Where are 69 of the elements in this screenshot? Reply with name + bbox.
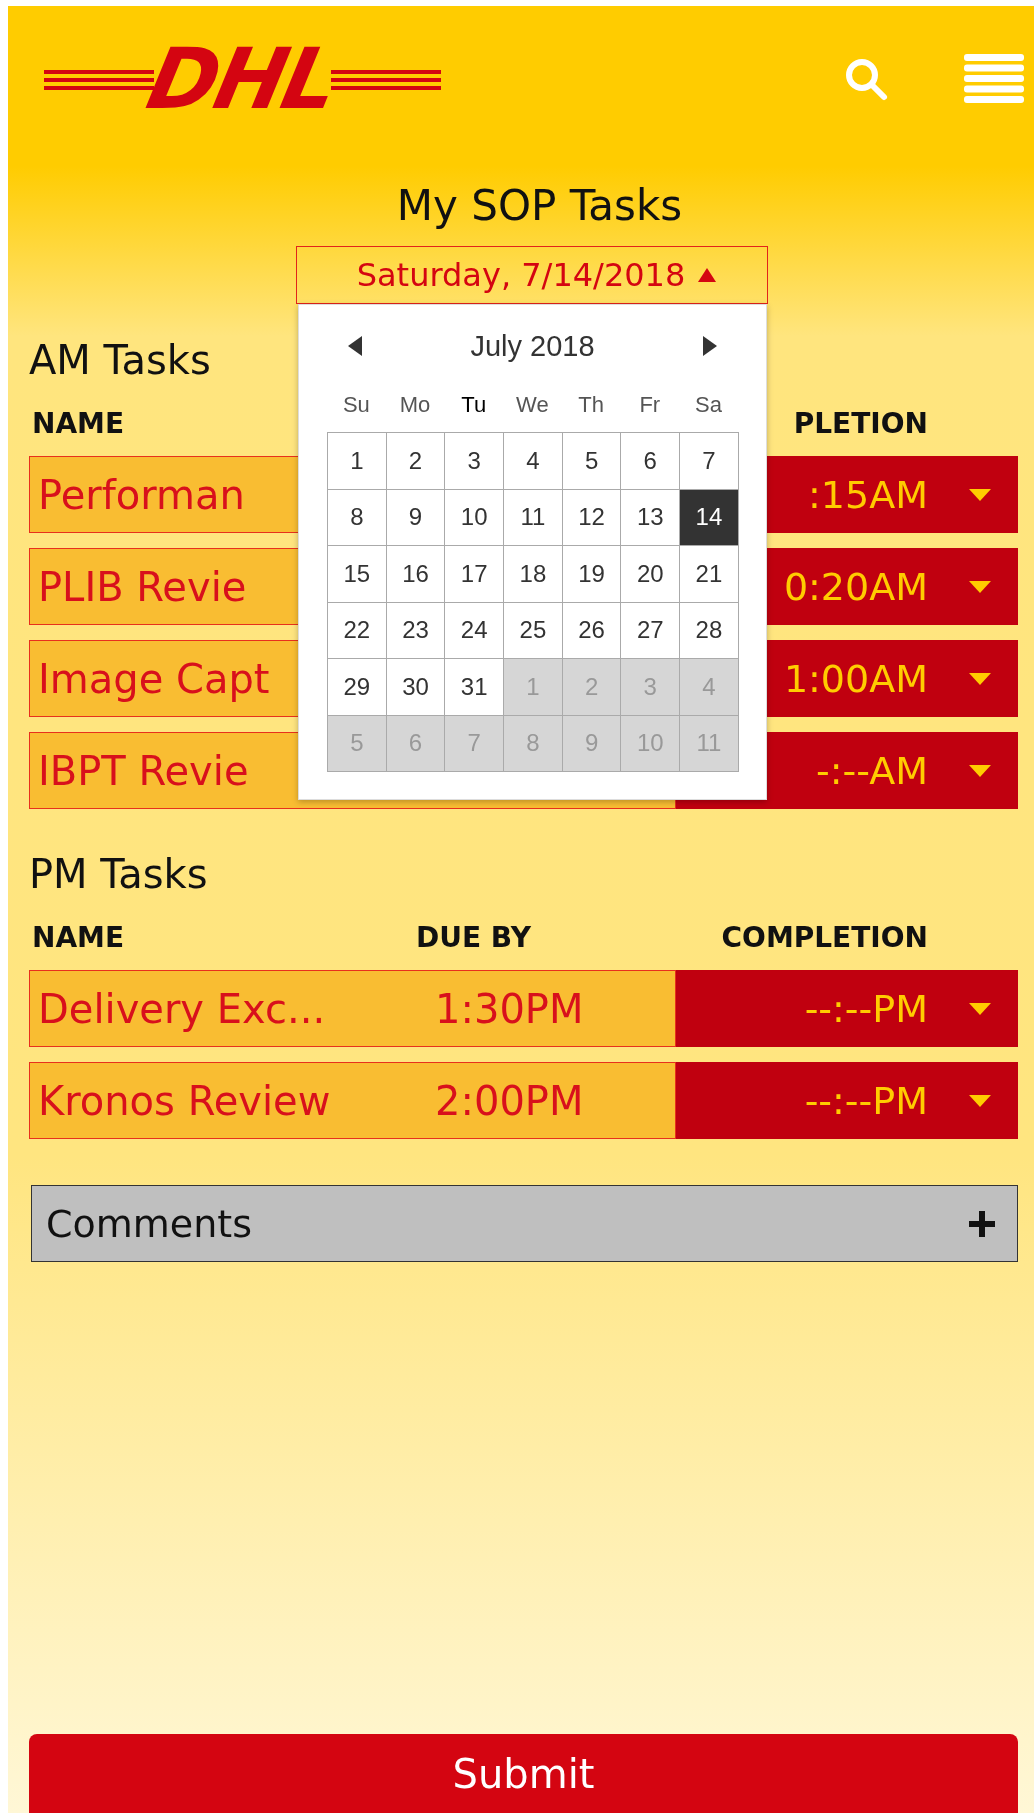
calendar-day[interactable]: 15 — [328, 546, 387, 603]
column-header: PLETION — [793, 406, 928, 442]
calendar-day[interactable]: 20 — [621, 546, 681, 603]
logo: DHL — [44, 37, 441, 121]
column-header: DUE BY — [416, 920, 531, 956]
column-header: NAME — [31, 920, 125, 956]
calendar-day[interactable]: 7 — [680, 433, 739, 490]
weekday-label: We — [516, 392, 549, 418]
page-title: My SOP Tasks — [396, 182, 683, 230]
calendar-day[interactable]: 30 — [386, 659, 446, 716]
weekday-label: Su — [342, 392, 370, 418]
section-title: PM Tasks — [29, 850, 208, 898]
plus-icon — [969, 1210, 995, 1237]
caret-icon — [968, 1001, 992, 1016]
calendar-day[interactable]: 2 — [386, 433, 446, 490]
completion-dropdown[interactable]: --:--PM — [676, 970, 1018, 1047]
calendar-day[interactable]: 12 — [562, 489, 622, 546]
calendar-day[interactable]: 18 — [504, 546, 563, 603]
comments-toggle[interactable]: Comments — [31, 1185, 1018, 1262]
task-name: Performan — [38, 474, 245, 515]
column-header: NAME — [31, 406, 125, 442]
calendar-day[interactable]: 29 — [328, 659, 387, 716]
column-header: COMPLETION — [721, 920, 928, 956]
calendar-day[interactable]: 3 — [445, 433, 505, 490]
calendar-day[interactable]: 10 — [445, 489, 505, 546]
date-dropdown[interactable]: Saturday, 7/14/2018 — [296, 246, 768, 304]
calendar-day[interactable]: 24 — [445, 602, 505, 659]
weekday-label: Sa — [695, 392, 722, 418]
caret-icon — [968, 671, 992, 686]
weekday-label: Th — [578, 392, 604, 418]
submit-button[interactable]: Submit — [29, 1734, 1018, 1813]
calendar-day[interactable]: 19 — [562, 546, 622, 603]
due-time: 1:30PM — [435, 988, 584, 1029]
calendar-day[interactable]: 13 — [621, 489, 681, 546]
caret-icon — [968, 1093, 992, 1108]
calendar-day[interactable]: 1 — [328, 433, 387, 490]
weekday-label: Fr — [639, 392, 661, 418]
due-time: 2:00PM — [435, 1080, 584, 1121]
calendar-day[interactable]: 8 — [328, 489, 387, 546]
calendar-day[interactable]: 22 — [328, 602, 387, 659]
caret-icon — [968, 763, 992, 778]
calendar-day[interactable]: 11 — [504, 489, 563, 546]
calendar-day[interactable]: 17 — [445, 546, 505, 603]
calendar-day[interactable]: 6 — [621, 433, 681, 490]
calendar-day[interactable]: 27 — [621, 602, 681, 659]
caret-icon — [697, 267, 718, 283]
calendar-day[interactable]: 4 — [504, 433, 563, 490]
task-name: Kronos Review — [38, 1080, 331, 1121]
month-label: July 2018 — [470, 329, 595, 363]
weekday-label: Tu — [461, 392, 487, 418]
calendar-day[interactable]: 5 — [562, 433, 622, 490]
calendar-day[interactable]: 14 — [680, 489, 739, 546]
task-name: PLIB Revie — [38, 566, 247, 607]
calendar-day[interactable]: 28 — [680, 602, 739, 659]
calendar-day[interactable]: 25 — [504, 602, 563, 659]
calendar-day[interactable]: 21 — [680, 546, 739, 603]
section-title: AM Tasks — [29, 336, 211, 384]
completion-dropdown[interactable]: --:--PM — [676, 1062, 1018, 1139]
calendar-day[interactable]: 31 — [445, 659, 505, 716]
task-name: IBPT Revie — [38, 750, 249, 791]
next-month-icon[interactable] — [702, 335, 718, 357]
calendar-day[interactable]: 26 — [562, 602, 622, 659]
caret-icon — [968, 487, 992, 502]
weekday-label: Mo — [399, 392, 431, 418]
calendar-day[interactable]: 9 — [386, 489, 446, 546]
calendar-day[interactable]: 23 — [386, 602, 446, 659]
previous-month-icon[interactable] — [347, 335, 363, 357]
caret-icon — [968, 579, 992, 594]
calendar-day[interactable]: 16 — [386, 546, 446, 603]
